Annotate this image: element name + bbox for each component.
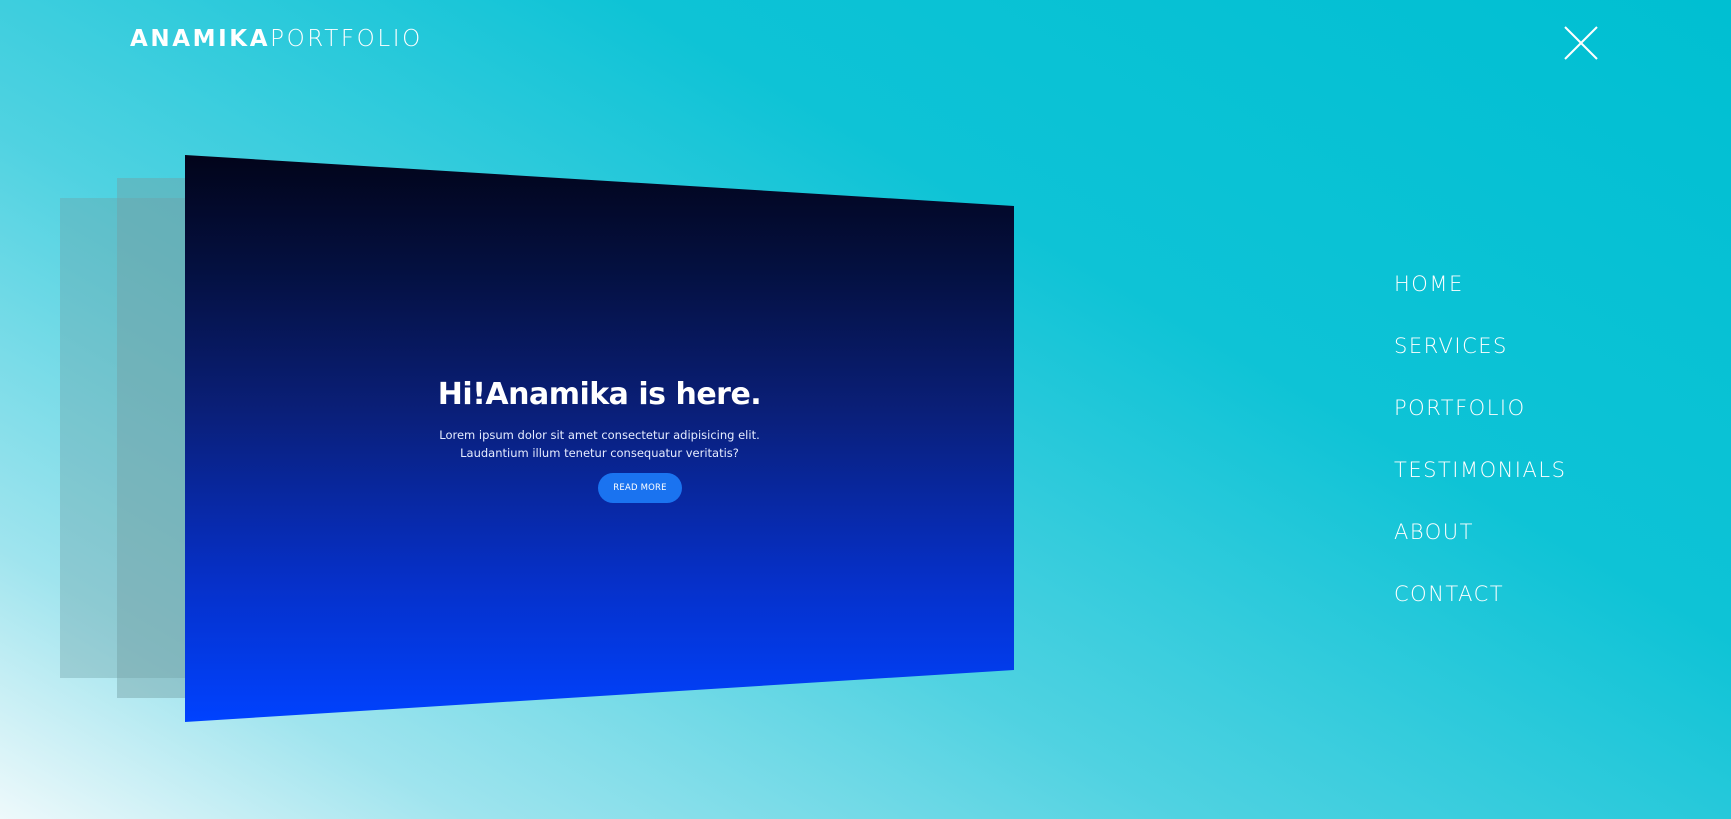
read-more-button[interactable]: READ MORE [598, 473, 682, 503]
nav-item-services[interactable]: SERVICES [1394, 324, 1566, 386]
hero-title: Hi!Anamika is here. [437, 377, 762, 412]
site-logo[interactable]: ANAMIKAPORTFOLIO [130, 28, 423, 51]
logo-bold-text: ANAMIKA [130, 26, 271, 52]
hero-section: Hi!Anamika is here. Lorem ipsum dolor si… [185, 155, 1014, 722]
close-icon [1564, 26, 1598, 60]
nav-item-testimonials[interactable]: TESTIMONIALS [1394, 448, 1566, 510]
hero-subtitle: Lorem ipsum dolor sit amet consectetur a… [185, 426, 1014, 462]
nav-item-portfolio[interactable]: PORTFOLIO [1394, 386, 1566, 448]
nav-item-contact[interactable]: CONTACT [1394, 572, 1566, 634]
hero-subtitle-line-1: Lorem ipsum dolor sit amet consectetur a… [439, 428, 760, 442]
logo-light-text: PORTFOLIO [270, 26, 423, 52]
hero-subtitle-line-2: Laudantium illum tenetur consequatur ver… [460, 446, 739, 460]
nav-item-home[interactable]: HOME [1394, 262, 1566, 324]
home-preview-panel[interactable]: Hi!Anamika is here. Lorem ipsum dolor si… [185, 155, 1014, 722]
nav-item-about[interactable]: ABOUT [1394, 510, 1566, 572]
main-nav: HOME SERVICES PORTFOLIO TESTIMONIALS ABO… [1394, 262, 1566, 634]
close-menu-button[interactable] [1563, 25, 1599, 61]
